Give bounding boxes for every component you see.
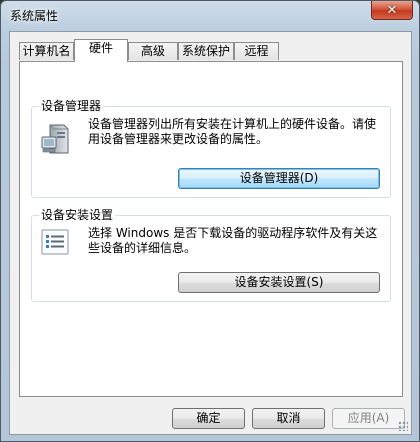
dialog-client-area: 计算机名 硬件 高级 系统保护 远程 设备管理器 设备管理器列出所有安装在计算机… bbox=[9, 31, 412, 435]
device-manager-group-title: 设备管理器 bbox=[39, 99, 104, 113]
resize-grip-icon[interactable] bbox=[398, 421, 408, 431]
checklist-icon bbox=[40, 228, 72, 261]
device-manager-description: 设备管理器列出所有安装在计算机上的硬件设备。请使用设备管理器来更改设备的属性。 bbox=[88, 117, 377, 146]
tab-remote[interactable]: 远程 bbox=[234, 42, 279, 60]
apply-button[interactable]: 应用(A) bbox=[332, 408, 405, 429]
device-install-description: 选择 Windows 是否下载设备的驱动程序软件及有关这些设备的详细信息。 bbox=[88, 226, 378, 255]
close-button[interactable]: ✕ bbox=[371, 1, 413, 20]
device-install-group: 设备安装设置 选择 Windows 是否下载设备的驱动程序软件及有关这些设备的详… bbox=[31, 208, 391, 302]
device-manager-group: 设备管理器 设备管理器列出所有安装在计算机上的硬件设备。请使用设备管理器来更改设… bbox=[31, 99, 391, 198]
device-install-settings-button[interactable]: 设备安装设置(S) bbox=[178, 272, 380, 293]
device-manager-button[interactable]: 设备管理器(D) bbox=[178, 168, 380, 189]
tab-system-protection[interactable]: 系统保护 bbox=[178, 42, 234, 60]
cancel-button[interactable]: 取消 bbox=[252, 408, 325, 429]
system-properties-window: 系统属性 ✕ 计算机名 硬件 高级 系统保护 远程 设备管理器 设备管理器列出所… bbox=[0, 0, 420, 442]
window-title: 系统属性 bbox=[10, 9, 59, 23]
tab-advanced[interactable]: 高级 bbox=[128, 42, 178, 60]
tab-computer-name[interactable]: 计算机名 bbox=[19, 42, 74, 60]
close-icon: ✕ bbox=[386, 2, 398, 18]
tab-hardware[interactable]: 硬件 bbox=[74, 39, 128, 62]
computer-tower-icon bbox=[40, 123, 74, 160]
device-install-group-title: 设备安装设置 bbox=[39, 208, 116, 222]
hardware-tab-panel: 设备管理器 设备管理器列出所有安装在计算机上的硬件设备。请使用设备管理器来更改设… bbox=[19, 61, 403, 397]
ok-button[interactable]: 确定 bbox=[172, 408, 245, 429]
